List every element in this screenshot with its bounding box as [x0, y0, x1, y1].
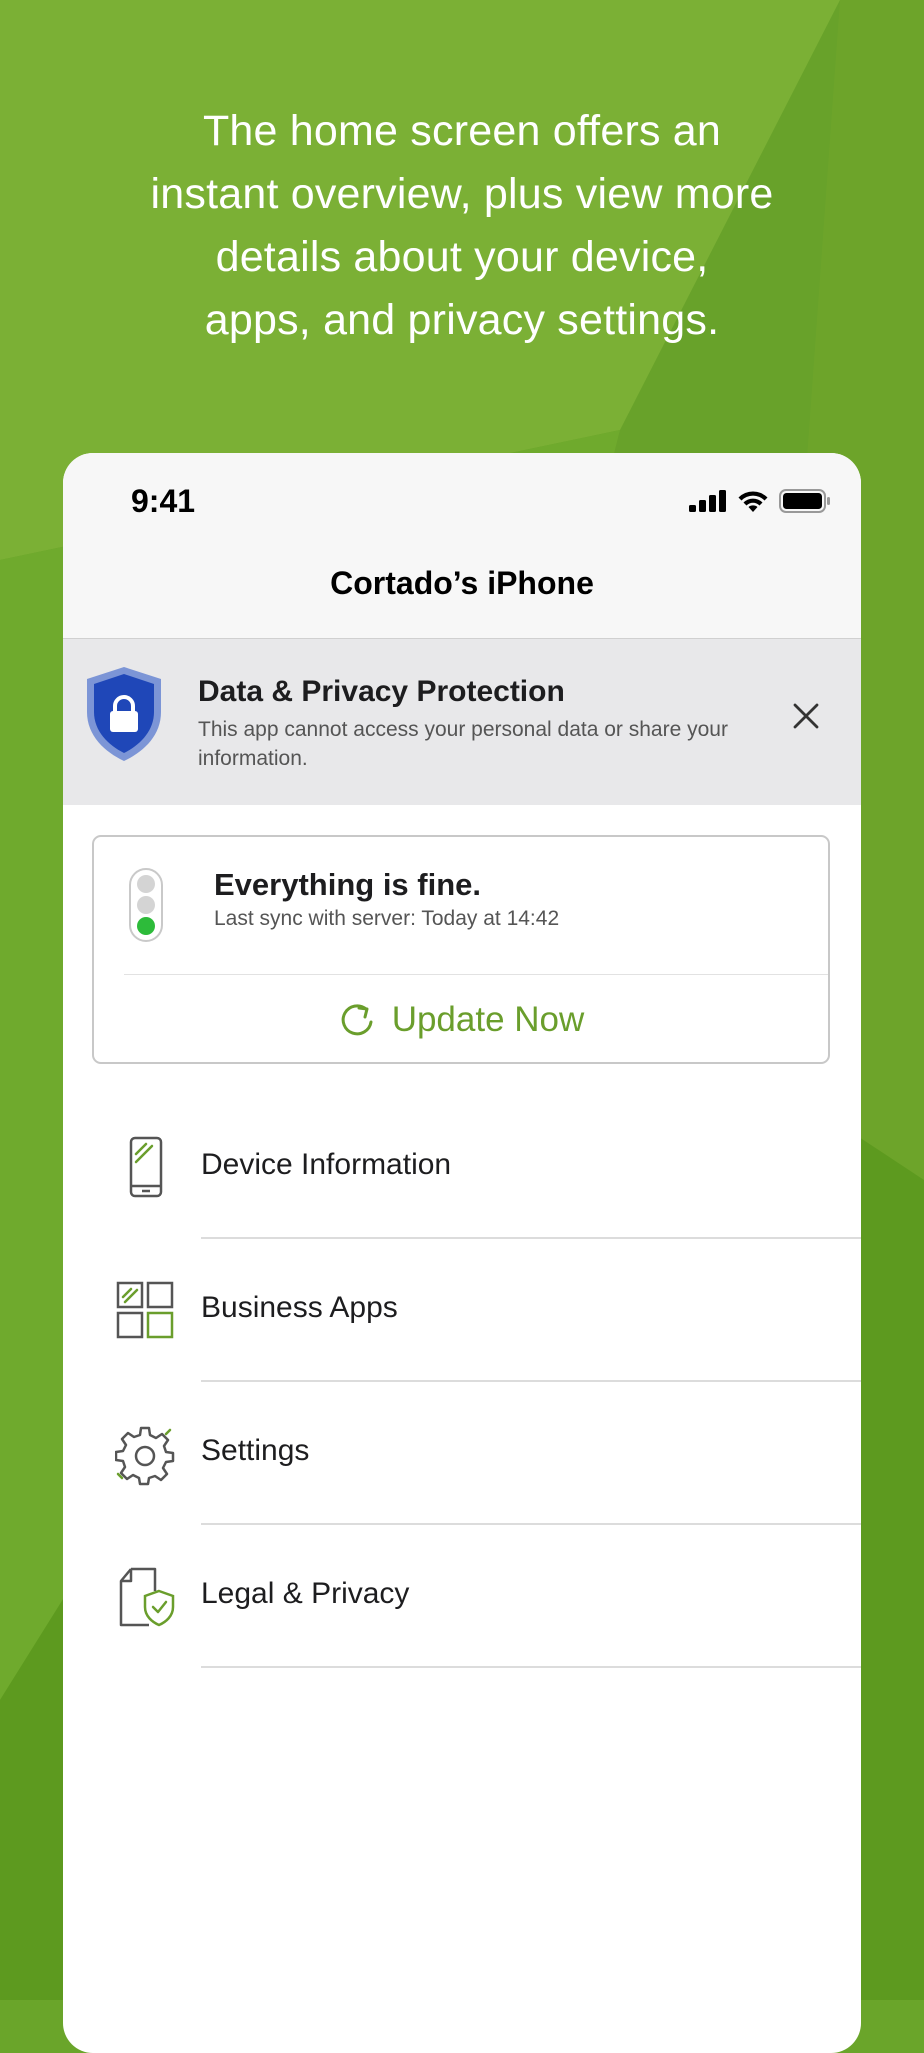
menu-label: Legal & Privacy [201, 1577, 410, 1610]
wifi-icon [738, 491, 768, 512]
device-title: Cortado’s iPhone [330, 565, 594, 601]
app-grid-icon [116, 1281, 174, 1339]
status-bar: 9:41 [63, 453, 861, 548]
battery-icon [779, 489, 830, 513]
privacy-banner: Data & Privacy Protection This app canno… [63, 639, 861, 805]
navigation-bar: Cortado’s iPhone [63, 548, 861, 639]
card-divider [124, 974, 828, 975]
status-time: 9:41 [131, 483, 196, 519]
promo-headline: The home screen offers an instant overvi… [150, 107, 774, 344]
update-now-label: Update Now [391, 999, 585, 1039]
smartphone-icon [129, 1136, 163, 1198]
menu-label: Business Apps [201, 1291, 398, 1324]
status-title: Everything is fine. [214, 867, 482, 902]
traffic-light-icon [129, 868, 163, 942]
gear-icon [115, 1426, 175, 1486]
document-shield-icon [119, 1567, 175, 1627]
refresh-icon [341, 1003, 373, 1035]
last-sync-text: Last sync with server: Today at 14:42 [214, 907, 560, 930]
shield-lock-icon [87, 667, 161, 761]
update-now-button[interactable]: Update Now [94, 977, 828, 1062]
menu-label: Device Information [201, 1148, 452, 1181]
status-card: Everything is fine. Last sync with serve… [92, 835, 830, 1064]
menu-item-settings[interactable]: Settings [63, 1382, 861, 1525]
close-icon [793, 703, 819, 729]
menu-item-business-apps[interactable]: Business Apps [63, 1239, 861, 1382]
menu-item-legal-privacy[interactable]: Legal & Privacy [63, 1525, 861, 1668]
banner-title: Data & Privacy Protection [198, 675, 565, 708]
banner-text: This app cannot access your personal dat… [198, 718, 728, 770]
status-icons [689, 489, 831, 513]
phone-screen: 9:41 Cortado’s iPhone Data & Privacy Pro… [63, 453, 861, 2053]
menu-separator [201, 1666, 861, 1668]
cellular-signal-icon [689, 490, 726, 512]
main-menu: Device Information Business Apps Setting… [63, 1096, 861, 1668]
menu-item-device-information[interactable]: Device Information [63, 1096, 861, 1239]
menu-label: Settings [201, 1434, 310, 1467]
banner-close-button[interactable] [781, 691, 831, 741]
